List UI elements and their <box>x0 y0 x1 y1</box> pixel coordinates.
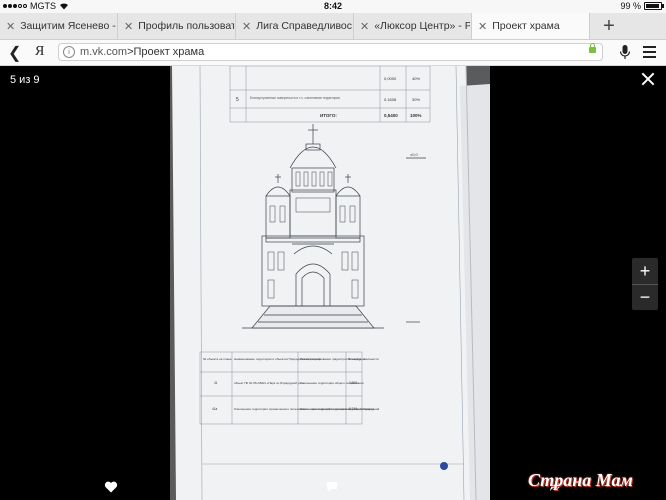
tab-justice-league[interactable]: ✕ Лига Справедливости <box>236 13 354 39</box>
tab-yasenevo[interactable]: ✕ Защитим Ясенево - М <box>0 13 118 39</box>
battery-group: 99 % <box>620 1 664 11</box>
tab-title: «Люксор Центр» - Ре <box>374 20 471 32</box>
zoom-out-button[interactable]: − <box>632 284 658 310</box>
status-bar: MGTS 8:42 99 % <box>0 0 666 13</box>
lock-icon <box>589 43 596 53</box>
url-field[interactable]: i m.vk.com > Проект храма <box>58 43 603 61</box>
close-tab-icon[interactable]: ✕ <box>124 20 133 33</box>
bt-header-area: Площадь, га <box>348 357 366 361</box>
zoom-in-button[interactable]: + <box>632 258 658 285</box>
photo-counter: 5 из 9 <box>10 74 40 86</box>
clock: 8:42 <box>323 1 342 11</box>
menu-icon[interactable] <box>643 46 656 61</box>
top-row-text: Благоустроенные поверхности и т.ч. озеле… <box>250 96 340 100</box>
bt-row2-mode: Озеленение территории ограниченного поль… <box>300 407 374 411</box>
elevation-mark: ±0,0 <box>410 152 419 157</box>
total-area: 0,5400 <box>384 113 398 118</box>
bt-row1-num: 41 <box>214 381 218 385</box>
url-domain: m.vk.com <box>80 46 128 58</box>
top-row-area: 0,1608 <box>384 97 397 102</box>
document-photo: 5 Благоустроенные поверхности и т.ч. озе… <box>170 66 490 500</box>
close-tab-icon[interactable]: ✕ <box>360 20 369 33</box>
heart-icon[interactable] <box>104 480 118 494</box>
top-row-number: 5 <box>236 97 239 103</box>
url-page-title: Проект храма <box>133 46 205 58</box>
zoom-control: + − <box>632 258 658 310</box>
tab-title: Проект храма <box>492 20 560 32</box>
tab-bar: ✕ Защитим Ясенево - М ✕ Профиль пользовате… <box>0 13 666 40</box>
back-button[interactable]: ❮ <box>8 43 21 63</box>
tab-profile[interactable]: ✕ Профиль пользовател <box>118 13 236 39</box>
photo[interactable]: 5 Благоустроенные поверхности и т.ч. озе… <box>170 66 490 500</box>
close-tab-icon[interactable]: ✕ <box>6 20 15 33</box>
tab-title: Защитим Ясенево - М <box>20 20 116 32</box>
bt-header-mode: Режим регулирования градостроительной де… <box>300 357 379 361</box>
photo-viewer: 5 из 9 5 Благоустроенные поверхности и т… <box>0 66 666 500</box>
info-icon[interactable]: i <box>63 46 75 58</box>
total-percent: 100% <box>410 113 422 118</box>
close-tab-icon[interactable]: ✕ <box>242 20 251 33</box>
microphone-icon[interactable] <box>617 44 633 60</box>
watermark-logo: Страна Мам <box>528 470 633 490</box>
tab-title: Лига Справедливости <box>256 20 353 32</box>
bt-row1-name: объект ПК № 65-СВАО «Парк по Изумрудной … <box>234 381 304 385</box>
close-icon[interactable] <box>640 71 656 87</box>
bt-row2-num: 41a <box>212 407 218 411</box>
bt-header-num: № объекта на плане <box>203 357 232 361</box>
tab-title: Профиль пользовател <box>138 20 234 32</box>
comment-icon[interactable] <box>326 481 338 492</box>
pushpin-icon <box>440 462 448 470</box>
tab-luxor[interactable]: ✕ «Люксор Центр» - Ре <box>354 13 472 39</box>
tab-temple-project[interactable]: ✕ Проект храма <box>472 13 590 39</box>
battery-percent: 99 % <box>620 1 641 11</box>
top-row-percent: 30% <box>412 97 420 102</box>
battery-icon <box>644 2 664 10</box>
address-bar: ❮ Я i m.vk.com > Проект храма <box>0 40 666 66</box>
bt-row2-area: 0,740 <box>349 407 357 411</box>
upper-percent: 40% <box>412 76 420 81</box>
yandex-logo-icon[interactable]: Я <box>35 44 44 60</box>
bt-row1-area: 3,600 <box>349 381 357 385</box>
total-label: ИТОГО: <box>320 113 337 118</box>
close-tab-icon[interactable]: ✕ <box>478 20 487 33</box>
upper-area: 0,0000 <box>384 76 397 81</box>
new-tab-button[interactable]: + <box>590 13 628 39</box>
